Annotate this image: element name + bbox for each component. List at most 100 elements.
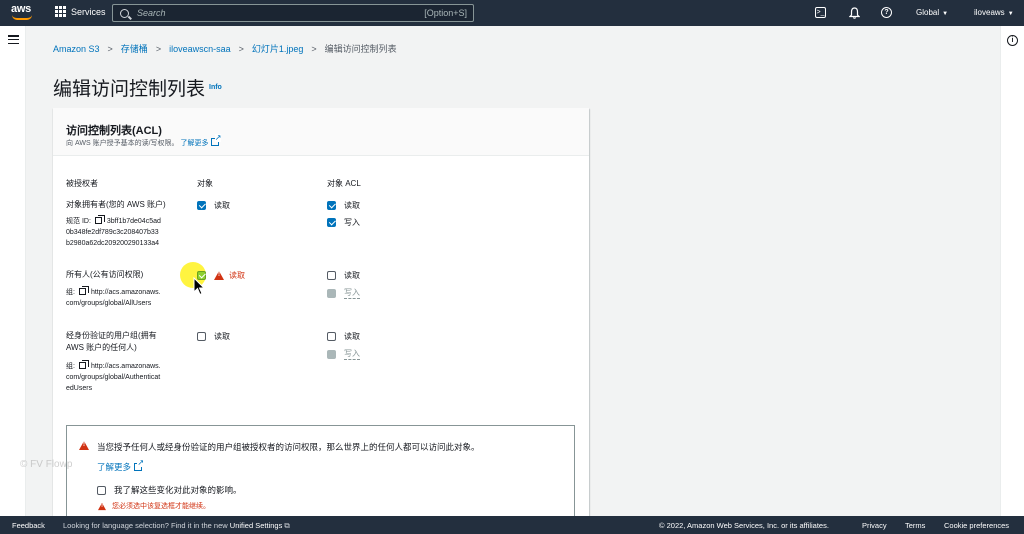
column-header-grantee: 被授权者: [66, 179, 98, 188]
copy-icon[interactable]: [78, 360, 89, 369]
grantee-authenticated-line2: AWS 账户的任何人): [66, 343, 137, 352]
menu-icon[interactable]: [8, 35, 19, 44]
acl-panel-header: 访问控制列表(ACL) 向 AWS 账户授予基本的读/写权限。 了解更多: [53, 108, 589, 156]
grantee-owner-name: 对象拥有者(您的 AWS 账户): [66, 200, 166, 209]
feedback-link[interactable]: Feedback: [12, 521, 45, 530]
user-label: iloveaws: [974, 8, 1005, 17]
account-menu[interactable]: iloveaws ▼: [974, 8, 1014, 17]
cloudshell-glyph: >_: [816, 9, 825, 16]
services-label: Services: [71, 6, 106, 17]
cookie-preferences-link[interactable]: Cookie preferences: [944, 521, 1009, 530]
breadcrumb-object[interactable]: 幻灯片1.jpeg: [252, 42, 304, 55]
owner-object-read-checkbox[interactable]: 读取: [197, 200, 230, 211]
breadcrumb-s3[interactable]: Amazon S3: [53, 44, 100, 54]
acknowledge-label: 我了解这些变化对此对象的影响。: [114, 485, 242, 495]
bell-icon[interactable]: [847, 6, 861, 20]
alert-learn-more-label: 了解更多: [97, 462, 132, 472]
aws-logo-text: aws: [11, 3, 31, 15]
checkbox-label: 读取: [344, 201, 360, 210]
search-shortcut-hint: [Option+S]: [424, 8, 467, 18]
acl-panel-description: 向 AWS 账户授予基本的读/写权限。 了解更多: [66, 134, 222, 148]
checkbox-label: 读取: [214, 332, 230, 341]
checkbox-label: 读取: [214, 201, 230, 210]
owner-acl-write-checkbox[interactable]: 写入: [327, 217, 360, 228]
checkbox-disabled-icon: [327, 349, 336, 359]
grantee-authenticated-line1: 经身份验证的用户组(拥有: [66, 331, 157, 340]
copy-icon[interactable]: [94, 215, 105, 224]
group-label: 组:: [66, 289, 75, 296]
alert-message: 当您授予任何人或经身份验证的用户组被授权者的访问权限，那么世界上的任何人都可以访…: [97, 442, 480, 452]
checkbox-label: 写入: [344, 349, 360, 360]
acl-description-text: 向 AWS 账户授予基本的读/写权限。: [66, 140, 179, 147]
breadcrumb-buckets[interactable]: 存储桶: [121, 42, 148, 55]
chevron-right-icon: >: [155, 43, 162, 54]
region-selector[interactable]: Global ▼: [916, 8, 948, 17]
footer: Feedback Looking for language selection?…: [0, 516, 1024, 534]
cloudshell-icon[interactable]: >_: [815, 7, 826, 18]
acl-learn-more-link[interactable]: 了解更多: [180, 134, 222, 147]
watermark-text: FV Flowp: [30, 459, 73, 470]
authenticated-object-read-checkbox[interactable]: 读取: [197, 331, 230, 342]
checkbox-checked-icon: [327, 201, 336, 210]
group-uri-line1: http://acs.amazonaws.: [90, 363, 161, 370]
checkbox-disabled-icon: [327, 288, 336, 298]
acknowledge-error-text: 您必须选中该复选框才能继续。: [112, 503, 210, 510]
warning-icon: [79, 441, 89, 450]
group-label: 组:: [66, 363, 75, 370]
page-title: 编辑访问控制列表: [53, 79, 206, 100]
help-icon[interactable]: ?: [881, 7, 892, 18]
aws-logo[interactable]: aws: [11, 4, 35, 22]
search-input[interactable]: [137, 8, 387, 18]
checkbox-label: 读取: [344, 271, 360, 280]
everyone-acl-read-checkbox[interactable]: 读取: [327, 270, 360, 281]
authenticated-acl-read-checkbox[interactable]: 读取: [327, 331, 360, 342]
region-label: Global: [916, 8, 940, 17]
owner-acl-read-checkbox[interactable]: 读取: [327, 200, 360, 211]
acl-panel-title: 访问控制列表(ACL): [66, 125, 162, 137]
owner-canonical-id: 规范 ID: 3bff1b7de04c5ad 0b348fe2df789c3c20…: [66, 215, 161, 249]
search-box[interactable]: [Option+S]: [112, 4, 474, 22]
language-note: Looking for language selection? Find it …: [63, 521, 290, 531]
grantee-everyone-name: 所有人(公有访问权限): [66, 270, 144, 279]
checkbox-label: 读取: [229, 271, 245, 280]
chevron-right-icon: >: [107, 43, 113, 54]
top-navigation: aws Services [Option+S] >_ ? Global▼ ilo…: [0, 0, 1024, 26]
canonical-id-line3: b2980a62dc209200290133a4: [66, 240, 160, 247]
authenticated-acl-write-checkbox: 写入: [327, 348, 360, 360]
checkbox-unchecked-icon: [197, 332, 206, 341]
everyone-acl-write-checkbox: 写入: [327, 287, 360, 299]
canonical-id-label: 规范 ID:: [66, 218, 91, 225]
canonical-id-line2: 0b348fe2df789c3c208407b33: [66, 229, 159, 236]
checkbox-label: 写入: [344, 218, 360, 227]
acl-learn-more-label: 了解更多: [180, 140, 209, 147]
checkbox-unchecked-icon: [97, 485, 106, 495]
caret-down-icon: ▼: [1007, 11, 1014, 17]
services-menu-button[interactable]: Services: [55, 6, 106, 17]
external-link-icon: ⧉: [284, 521, 290, 530]
info-panel-icon[interactable]: i: [1007, 35, 1018, 46]
privacy-link[interactable]: Privacy: [862, 521, 887, 530]
copy-icon[interactable]: [78, 286, 89, 295]
info-link[interactable]: Info: [209, 84, 222, 91]
column-header-object: 对象: [197, 179, 213, 188]
breadcrumb-current: 编辑访问控制列表: [324, 44, 397, 54]
group-uri-line2: com/groups/global/Authenticat: [66, 374, 161, 381]
video-watermark: © FV Flowp: [20, 459, 73, 470]
breadcrumb-bucket[interactable]: iloveawscn-saa: [169, 44, 231, 54]
terms-link[interactable]: Terms: [905, 521, 925, 530]
warning-icon: [214, 271, 224, 280]
checkbox-unchecked-icon: [327, 271, 336, 280]
alert-learn-more-link[interactable]: 了解更多: [97, 459, 145, 473]
authenticated-group-uri: 组: http://acs.amazonaws. com/groups/globa…: [66, 360, 161, 394]
unified-settings-link[interactable]: Unified Settings: [230, 521, 283, 530]
group-uri-line1: http://acs.amazonaws.: [90, 289, 161, 296]
mouse-cursor-icon: [193, 277, 205, 296]
checkbox-label: 读取: [344, 332, 360, 341]
grid-icon: [55, 6, 66, 17]
group-uri-line3: edUsers: [66, 385, 93, 392]
caret-down-icon: ▼: [942, 11, 949, 17]
breadcrumb: Amazon S3 > 存储桶 > iloveawscn-saa > 幻灯片1.…: [53, 42, 397, 55]
acknowledge-checkbox[interactable]: 我了解这些变化对此对象的影响。: [97, 484, 242, 496]
checkbox-checked-icon: [327, 218, 336, 227]
search-icon: [120, 8, 129, 18]
